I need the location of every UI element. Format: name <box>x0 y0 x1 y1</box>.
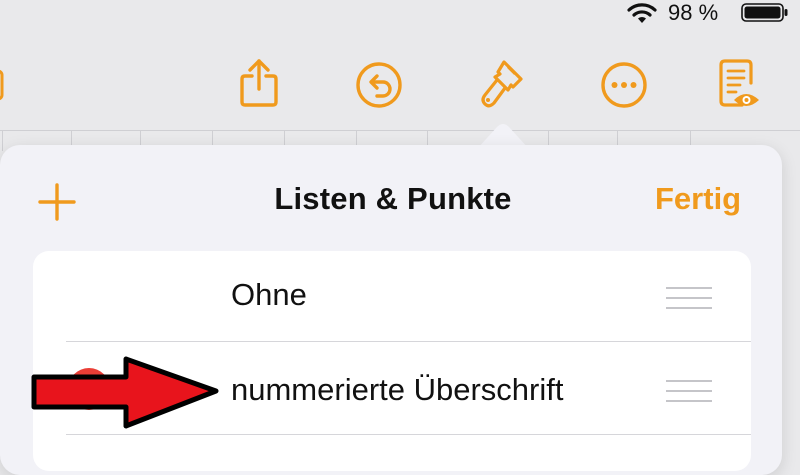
undo-icon[interactable] <box>355 61 403 109</box>
list-item-label: nummerierte Überschrift <box>231 372 564 407</box>
list-item-label: Ohne <box>231 277 307 312</box>
wifi-icon <box>627 3 657 23</box>
battery-percentage: 98 % <box>668 0 719 25</box>
reorder-grip-icon[interactable] <box>666 380 712 402</box>
more-icon[interactable] <box>600 61 648 109</box>
annotation-arrow-icon <box>31 356 219 429</box>
status-bar: 98 % <box>0 0 800 28</box>
format-brush-icon[interactable] <box>475 57 527 111</box>
partial-toolbar-icon[interactable] <box>0 69 6 101</box>
reader-view-icon[interactable] <box>716 58 764 112</box>
reorder-grip-icon[interactable] <box>666 287 712 309</box>
share-icon[interactable] <box>237 58 281 108</box>
row-divider <box>66 434 751 435</box>
done-button[interactable]: Fertig <box>655 181 741 217</box>
battery-icon <box>741 3 788 22</box>
list-item[interactable]: Ohne <box>33 251 751 343</box>
